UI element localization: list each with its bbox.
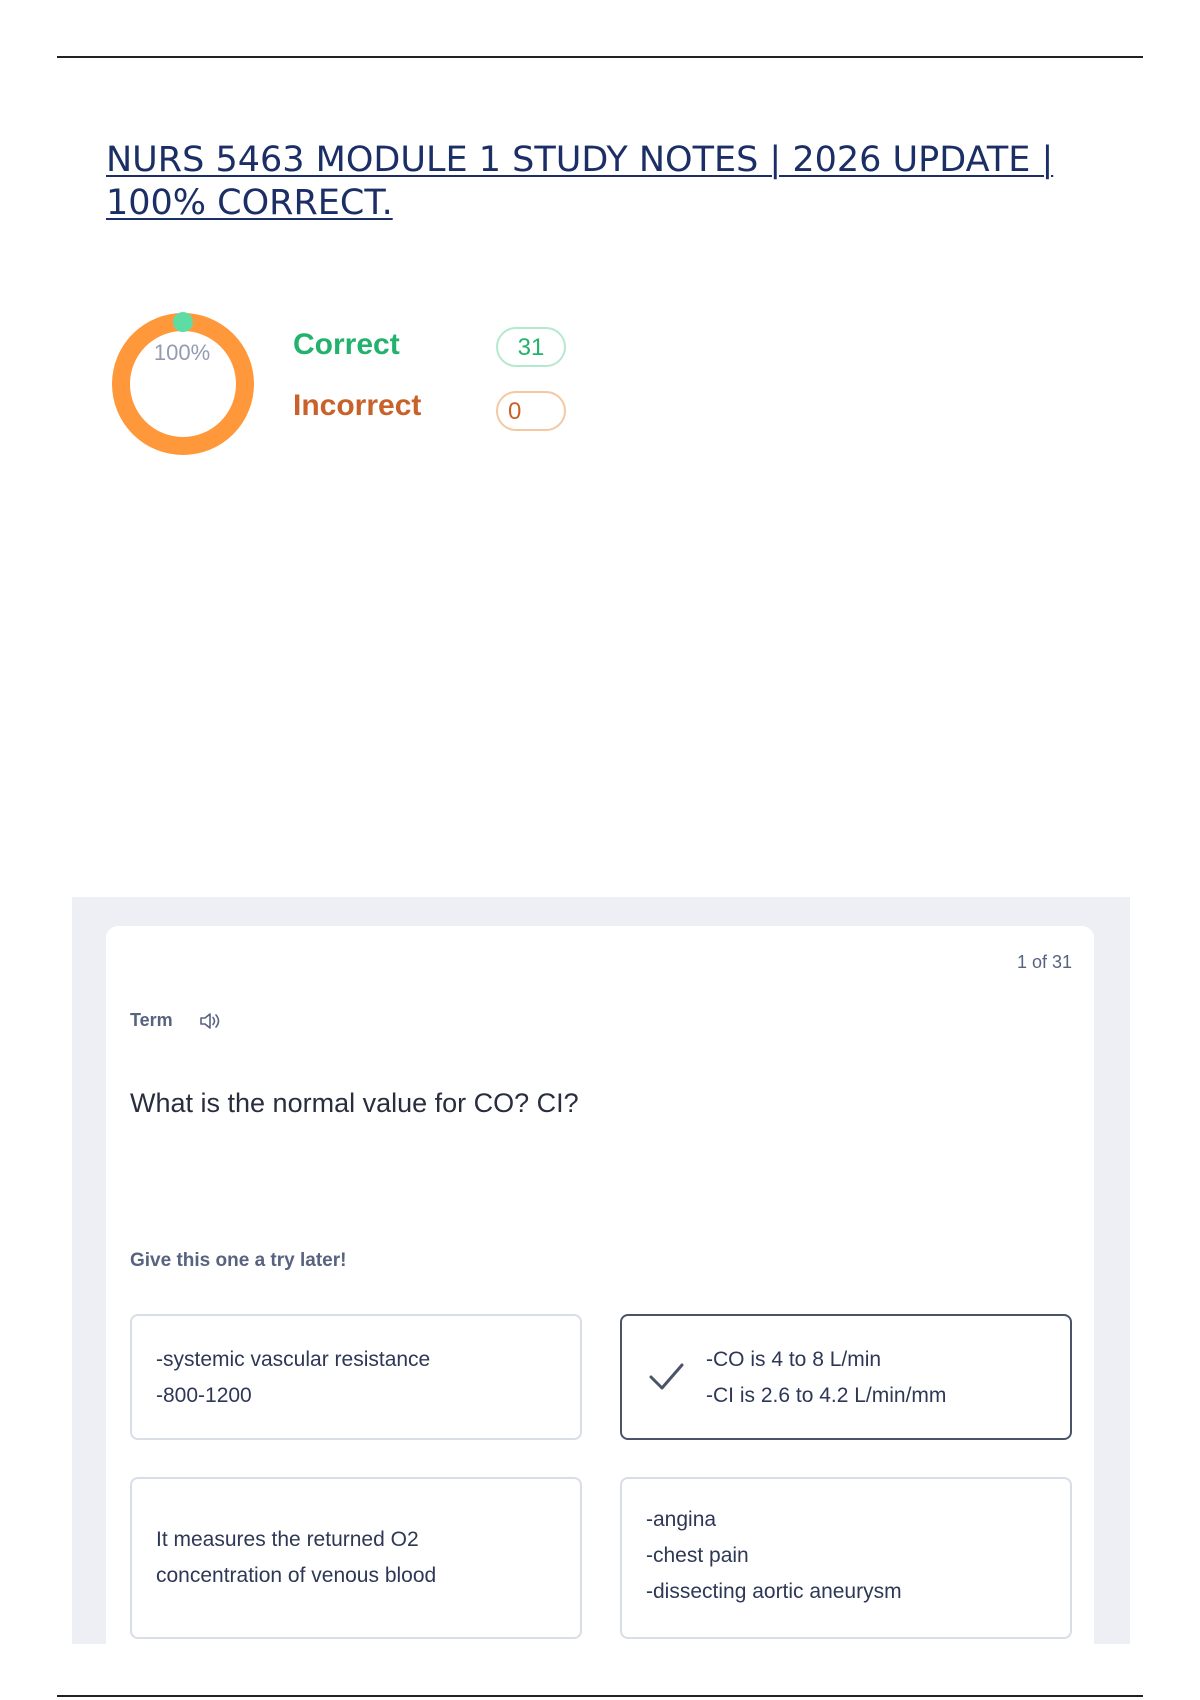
- answer-option-2-selected[interactable]: -CO is 4 to 8 L/min -CI is 2.6 to 4.2 L/…: [620, 1314, 1072, 1440]
- term-label: Term: [130, 1010, 173, 1030]
- hint-text: Give this one a try later!: [130, 1250, 347, 1271]
- answer-option-line: -dissecting aortic aneurysm: [646, 1580, 902, 1603]
- speaker-icon[interactable]: [198, 1010, 222, 1032]
- answer-option-line: -systemic vascular resistance: [156, 1348, 431, 1371]
- answer-option-text: -angina -chest pain -dissecting aortic a…: [646, 1502, 902, 1610]
- answer-option-1[interactable]: -systemic vascular resistance -800-1200: [130, 1314, 582, 1440]
- answer-option-3[interactable]: It measures the returned O2 concentratio…: [130, 1477, 582, 1639]
- score-percent: 100%: [153, 340, 211, 365]
- checkmark-icon: [649, 1363, 684, 1390]
- answer-option-text: -systemic vascular resistance -800-1200: [156, 1342, 430, 1414]
- incorrect-label: Incorrect: [293, 389, 422, 422]
- flashcard: 1 of 31 Term What is the normal value fo…: [106, 926, 1094, 1644]
- correct-label: Correct: [293, 328, 400, 361]
- answer-option-line: -800-1200: [156, 1384, 252, 1407]
- answer-option-text: -CO is 4 to 8 L/min -CI is 2.6 to 4.2 L/…: [706, 1342, 946, 1414]
- answer-option-line: -CO is 4 to 8 L/min: [706, 1348, 882, 1371]
- answer-option-4[interactable]: -angina -chest pain -dissecting aortic a…: [620, 1477, 1072, 1639]
- answer-option-line: -chest pain: [646, 1544, 749, 1567]
- answer-option-text: It measures the returned O2 concentratio…: [156, 1522, 436, 1594]
- score-ring-marker: [173, 312, 193, 332]
- answer-option-line: -angina: [646, 1508, 717, 1531]
- score-ring: [112, 312, 254, 455]
- document-title[interactable]: NURS 5463 MODULE 1 STUDY NOTES | 2026 UP…: [106, 139, 1096, 225]
- bottom-rule: [57, 1695, 1143, 1697]
- top-rule: [57, 56, 1143, 58]
- correct-count-badge: 31: [496, 327, 566, 367]
- answer-option-line: -CI is 2.6 to 4.2 L/min/mm: [706, 1384, 947, 1407]
- card-counter: 1 of 31: [1016, 952, 1072, 972]
- answer-option-line: It measures the returned O2: [156, 1528, 419, 1551]
- question-text: What is the normal value for CO? CI?: [130, 1088, 579, 1118]
- incorrect-count-badge: 0: [496, 391, 566, 431]
- answer-option-line: concentration of venous blood: [156, 1564, 437, 1587]
